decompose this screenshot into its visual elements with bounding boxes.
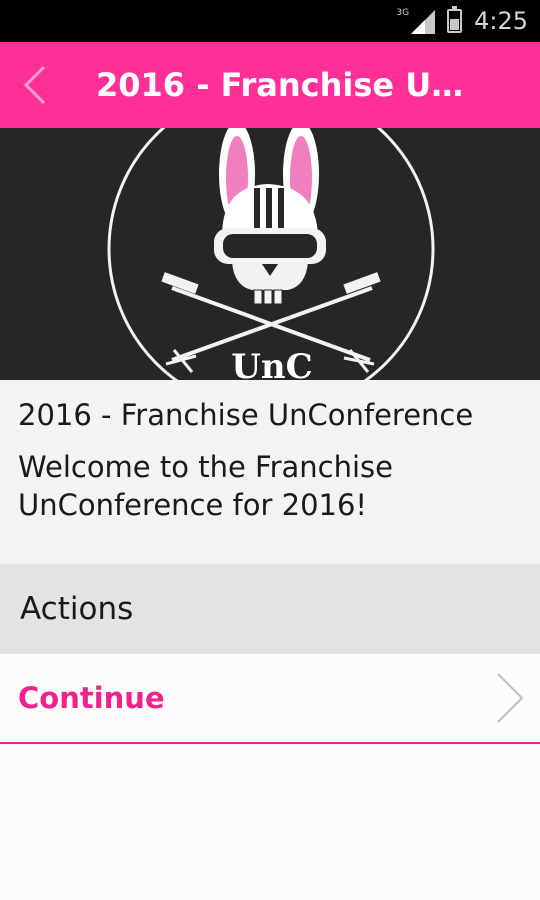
signal-icon	[411, 10, 436, 34]
event-banner: UnC	[0, 128, 540, 380]
back-button[interactable]	[0, 42, 70, 128]
logo-text: UnC	[231, 347, 312, 380]
actions-header-label: Actions	[20, 591, 134, 627]
actions-section-header: Actions	[0, 564, 540, 654]
empty-area	[0, 744, 540, 900]
signal-indicator: 3G	[396, 8, 436, 34]
page-title: 2016 - Franchise U…	[96, 66, 464, 104]
status-time: 4:25	[474, 7, 528, 35]
app-bar: 2016 - Franchise U…	[0, 42, 540, 128]
continue-button[interactable]: Continue	[0, 654, 540, 742]
unc-bunny-skull-logo: UnC	[107, 128, 435, 380]
chevron-right-icon	[497, 673, 524, 723]
battery-icon	[447, 6, 463, 33]
battery-level	[450, 19, 460, 30]
chevron-left-icon	[23, 65, 46, 105]
event-info: 2016 - Franchise UnConference Welcome to…	[0, 380, 540, 564]
network-type-label: 3G	[396, 8, 410, 18]
event-welcome-text: Welcome to the Franchise UnConference fo…	[18, 450, 393, 522]
status-bar: 3G 4:25	[0, 0, 540, 42]
continue-label: Continue	[18, 681, 165, 715]
event-title: 2016 - Franchise UnConference	[18, 398, 474, 432]
